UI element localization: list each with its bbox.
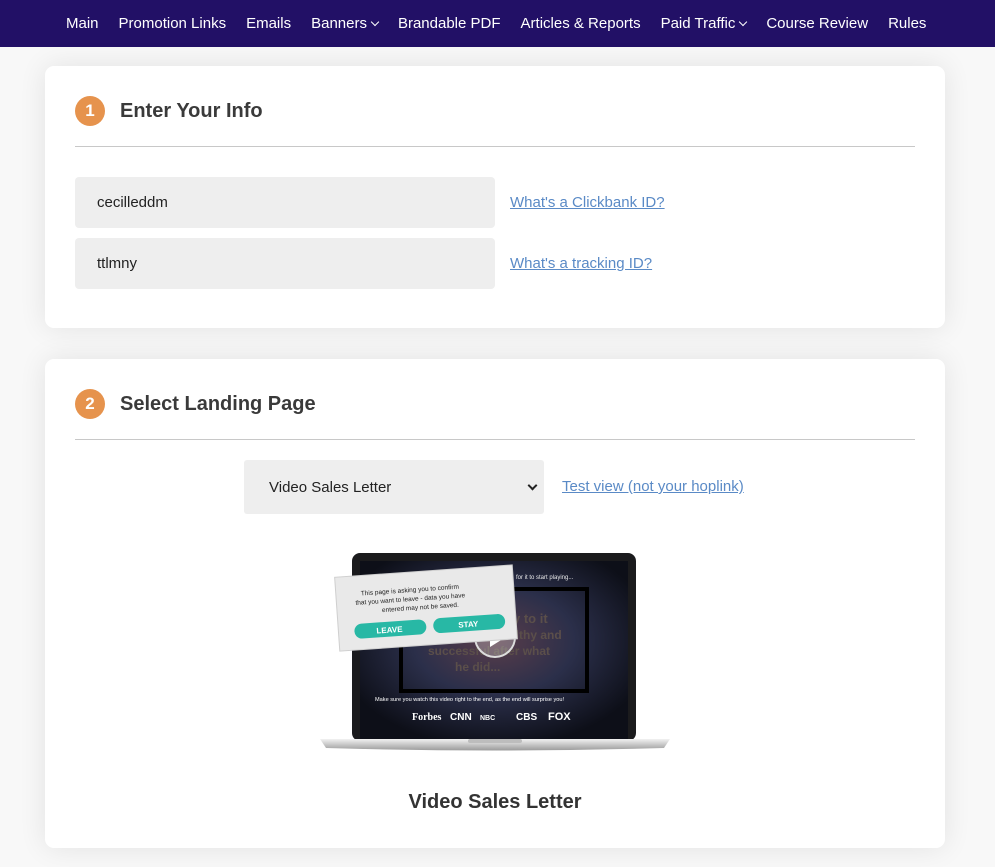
preview-top-text: for it to start playing...	[516, 575, 574, 581]
chevron-down-icon	[739, 17, 748, 27]
nav-label: Banners	[311, 15, 367, 32]
nav-item-promotion-links[interactable]: Promotion Links	[119, 15, 227, 32]
nav-label: Articles & Reports	[520, 15, 641, 32]
landing-page-preview-image: for it to start playing... y to it healt…	[320, 553, 670, 751]
nav-label: Paid Traffic	[660, 15, 736, 32]
step-badge: 2	[75, 389, 105, 419]
enter-info-card: 1 Enter Your Info cecilleddm What's a Cl…	[45, 66, 945, 328]
section-title: Select Landing Page	[120, 392, 316, 415]
section-header: 2 Select Landing Page	[75, 389, 316, 419]
tracking-id-field[interactable]: ttlmny	[75, 238, 495, 289]
nav-item-banners[interactable]: Banners	[311, 15, 380, 32]
leave-confirm-popup: This page is asking you to confirm that …	[334, 564, 518, 652]
nav-label: Main	[66, 15, 99, 32]
nav-label: Promotion Links	[118, 15, 227, 32]
nav-item-main[interactable]: Main	[66, 15, 99, 32]
stay-label: STAY	[458, 619, 479, 629]
top-nav: Main Promotion Links Emails Banners Bran…	[0, 0, 995, 47]
preview-headline-1: y to it	[513, 611, 548, 626]
nav-label: Emails	[246, 15, 292, 32]
nav-label: Course Review	[766, 15, 869, 32]
clickbank-id-field[interactable]: cecilleddm	[75, 177, 495, 228]
step-badge: 1	[75, 96, 105, 126]
landing-page-caption: Video Sales Letter	[408, 791, 582, 813]
logo-cbs: CBS	[516, 712, 537, 723]
nav-item-course-review[interactable]: Course Review	[766, 15, 868, 32]
nav-item-brandable-pdf[interactable]: Brandable PDF	[398, 15, 501, 32]
selected-option: Video Sales Letter	[269, 478, 392, 496]
landing-page-select[interactable]: Video Sales Letter	[244, 460, 544, 514]
test-view-link[interactable]: Test view (not your hoplink)	[562, 478, 744, 495]
leave-label: LEAVE	[376, 625, 403, 636]
logo-forbes: Forbes	[412, 712, 442, 723]
divider	[75, 439, 915, 440]
preview-bottom-text: Make sure you watch this video right to …	[375, 697, 564, 703]
logo-fox: FOX	[548, 711, 571, 723]
nav-item-paid-traffic[interactable]: Paid Traffic	[660, 15, 748, 32]
nav-item-rules[interactable]: Rules	[888, 15, 926, 32]
select-landing-page-card: 2 Select Landing Page Video Sales Letter…	[45, 359, 945, 848]
nav-label: Rules	[888, 15, 927, 32]
section-title: Enter Your Info	[120, 99, 263, 122]
preview-headline-4: he did...	[455, 660, 500, 674]
logo-nbc: NBC	[480, 715, 495, 722]
clickbank-id-help-link[interactable]: What's a Clickbank ID?	[510, 194, 665, 211]
logo-cnn: CNN	[450, 712, 472, 723]
chevron-down-icon	[527, 480, 538, 491]
divider	[75, 146, 915, 147]
nav-label: Brandable PDF	[397, 15, 501, 32]
nav-item-articles-reports[interactable]: Articles & Reports	[521, 15, 641, 32]
section-header: 1 Enter Your Info	[75, 96, 263, 126]
tracking-id-help-link[interactable]: What's a tracking ID?	[510, 255, 652, 272]
nav-item-emails[interactable]: Emails	[246, 15, 291, 32]
chevron-down-icon	[370, 17, 380, 27]
